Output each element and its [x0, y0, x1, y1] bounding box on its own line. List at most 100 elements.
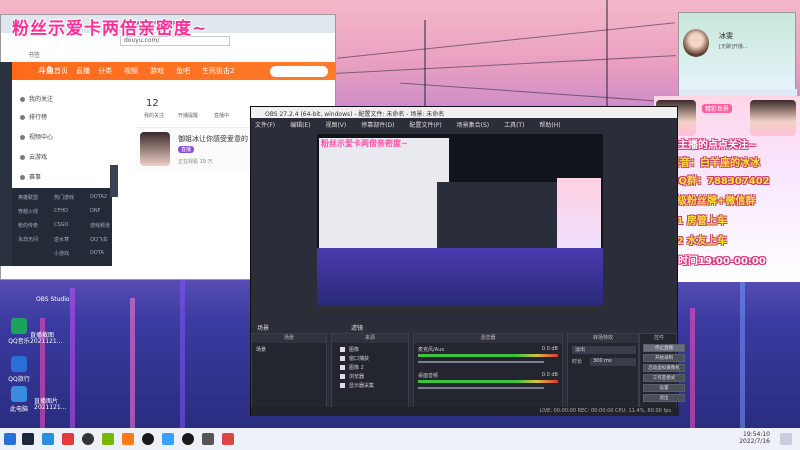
- menu-help[interactable]: 帮助(H): [539, 122, 560, 129]
- nav-game-promo[interactable]: 生死狙击2: [202, 66, 234, 76]
- category-item[interactable]: DNF: [90, 208, 100, 214]
- menu-esports[interactable]: 赛事: [20, 172, 41, 181]
- source-item[interactable]: 图像 2: [340, 364, 364, 371]
- nvidia-icon[interactable]: [102, 433, 114, 445]
- obs-title-bar[interactable]: OBS 27.2.4 (64-bit, windows) - 配置文件: 未命名…: [251, 107, 677, 118]
- overlay-title: 粉丝示爱卡两倍亲密度~: [12, 19, 208, 39]
- browser-icon[interactable]: [42, 433, 54, 445]
- category-item[interactable]: 英雄联盟: [18, 194, 38, 201]
- menu-video-center[interactable]: 视频中心: [20, 132, 53, 141]
- douyu-logo[interactable]: 斗鱼: [38, 65, 54, 76]
- category-item[interactable]: 穿越火线: [18, 208, 38, 215]
- taskbar: 19:54:10 2022/7/16: [0, 428, 800, 450]
- menu-docks[interactable]: 停靠部件(D): [361, 122, 394, 129]
- studio-mode-button[interactable]: 工作室模式: [643, 374, 685, 382]
- transition-select[interactable]: 淡出: [572, 346, 636, 354]
- neon-sign: [740, 278, 745, 428]
- virtual-camera-button[interactable]: 启动虚拟摄像机: [643, 364, 685, 372]
- utility-pole: [606, 0, 608, 110]
- stop-streaming-button[interactable]: 停止直播: [643, 344, 685, 352]
- neon-sign: [70, 288, 75, 428]
- mixer-channel-name: 麦克风/Aux: [418, 347, 445, 353]
- filters-tab[interactable]: 滤镜: [351, 323, 363, 332]
- dock-header: 混音器: [414, 334, 562, 343]
- source-item[interactable]: 图像: [340, 346, 359, 353]
- visibility-icon[interactable]: [340, 365, 345, 370]
- qq-avatar[interactable]: [683, 29, 709, 57]
- douyu-search-input[interactable]: [270, 66, 328, 77]
- qq-panel[interactable]: 冰雯 [无聊]开播...: [678, 12, 797, 97]
- category-item[interactable]: DOTA: [90, 250, 104, 256]
- menu-profile[interactable]: 配置文件(P): [409, 122, 441, 129]
- neon-sign: [180, 278, 185, 428]
- app-icon[interactable]: [202, 433, 214, 445]
- douyu-icon[interactable]: [122, 433, 134, 445]
- qq-icon[interactable]: [182, 433, 194, 445]
- menu-cloud-game[interactable]: 云游戏: [20, 152, 47, 161]
- nav-video[interactable]: 视频: [124, 66, 138, 76]
- source-item[interactable]: 窗口捕获: [340, 355, 369, 362]
- notification-icon[interactable]: [780, 433, 792, 445]
- live-tag: 直播: [178, 146, 195, 153]
- desktop-label-obs[interactable]: OBS Studio: [36, 296, 70, 303]
- visibility-icon[interactable]: [340, 347, 345, 352]
- steam-icon[interactable]: [22, 433, 34, 445]
- source-item[interactable]: 显示器采集: [340, 382, 374, 389]
- category-item[interactable]: 游戏频道: [90, 222, 110, 229]
- menu-scene-collection[interactable]: 场景集合(S): [457, 122, 490, 129]
- chat-icon[interactable]: [162, 433, 174, 445]
- menu-edit[interactable]: 编辑(E): [290, 122, 310, 129]
- scene-item[interactable]: 场景: [256, 346, 266, 353]
- category-item[interactable]: 逆水寒: [54, 236, 69, 243]
- desktop-icon-qq-travel[interactable]: QQ旅行: [2, 356, 36, 383]
- power-line: [336, 22, 676, 59]
- menu-follow[interactable]: 我的关注: [20, 94, 53, 103]
- qq-icon[interactable]: [142, 433, 154, 445]
- category-item[interactable]: QQ飞车: [90, 236, 108, 243]
- sidebar-collapse-handle[interactable]: [110, 165, 118, 197]
- menu-view[interactable]: 视图(V): [325, 122, 346, 129]
- category-item[interactable]: 热门游戏: [54, 194, 74, 201]
- start-icon[interactable]: [4, 433, 16, 445]
- category-item[interactable]: 永劫无间: [18, 236, 38, 243]
- obs-icon[interactable]: [82, 433, 94, 445]
- category-item[interactable]: DOTA2: [90, 194, 107, 200]
- category-item[interactable]: CFHD: [54, 208, 68, 214]
- visibility-icon[interactable]: [340, 374, 345, 379]
- game-category-menu: 英雄联盟 热门游戏 DOTA2 穿越火线 CFHD DNF 枪的传奇 CSGO …: [12, 188, 112, 266]
- nav-game[interactable]: 游戏: [150, 66, 164, 76]
- promo-header: 精彩世界: [702, 104, 733, 113]
- status-text: LIVE: 00:00:00 REC: 00:00:00 CPU: 11.4%,…: [539, 408, 671, 414]
- nav-home[interactable]: 首页: [54, 66, 68, 76]
- music-icon[interactable]: [62, 433, 74, 445]
- volume-slider[interactable]: [418, 387, 544, 389]
- nav-yuba[interactable]: 鱼吧: [176, 66, 190, 76]
- visibility-icon[interactable]: [340, 356, 345, 361]
- desktop-icon-this-pc[interactable]: 此电脑: [2, 386, 36, 413]
- nav-live[interactable]: 直播: [76, 66, 90, 76]
- category-item[interactable]: 枪的传奇: [18, 222, 38, 229]
- dock-header: 场景: [252, 334, 326, 343]
- source-item[interactable]: 浏览器: [340, 373, 364, 380]
- obs-preview[interactable]: 粉丝示爱卡两倍亲密度~: [317, 134, 603, 305]
- start-recording-button[interactable]: 开始录制: [643, 354, 685, 362]
- follow-count: 12: [146, 98, 159, 109]
- nav-category[interactable]: 分类: [98, 66, 112, 76]
- exit-button[interactable]: 退出: [643, 394, 685, 402]
- clock[interactable]: 19:54:10 2022/7/16: [739, 431, 770, 445]
- app-icon[interactable]: [222, 433, 234, 445]
- duration-input[interactable]: 300 ms: [590, 358, 636, 366]
- obs-window[interactable]: OBS 27.2.4 (64-bit, windows) - 配置文件: 未命名…: [250, 106, 685, 416]
- bookmarks-bar[interactable]: 书签: [28, 50, 40, 59]
- scene-dock-title: 场景: [257, 325, 270, 332]
- stat-label: 开播提醒: [178, 113, 199, 119]
- menu-rank[interactable]: 排行榜: [20, 112, 47, 121]
- settings-button[interactable]: 设置: [643, 384, 685, 392]
- menu-file[interactable]: 文件(F): [255, 122, 275, 129]
- category-item[interactable]: 小游戏: [54, 250, 69, 257]
- menu-tools[interactable]: 工具(T): [504, 122, 524, 129]
- visibility-icon[interactable]: [340, 383, 345, 388]
- card-subtext: 正在观看 19 万: [178, 159, 213, 165]
- category-item[interactable]: CSGO: [54, 222, 68, 228]
- volume-slider[interactable]: [418, 361, 544, 363]
